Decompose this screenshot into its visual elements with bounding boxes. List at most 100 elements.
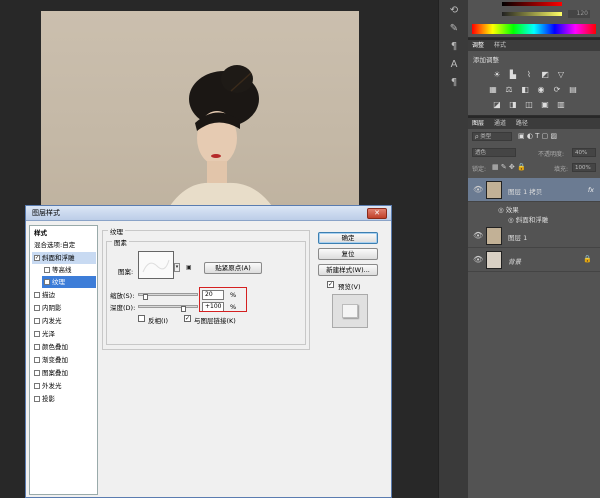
layers-tabbar: 图层 通道 路径 — [468, 118, 600, 129]
gradient-map-icon[interactable]: ▥ — [556, 100, 566, 109]
style-item-drop-shadow[interactable]: 投影 — [32, 393, 96, 405]
ok-button[interactable]: 确定 — [318, 232, 378, 244]
fx-icon[interactable]: fx — [588, 186, 594, 194]
bevel-effect-label[interactable]: ◎ 斜面和浮雕 — [508, 214, 548, 224]
blend-mode-select[interactable]: 透色 — [472, 148, 516, 157]
paragraph-style-icon[interactable]: ¶ — [447, 76, 461, 90]
color-ramp[interactable] — [472, 24, 596, 34]
checkbox-icon[interactable] — [34, 344, 40, 350]
style-item-bevel[interactable]: ✓ 斜面和浮雕 — [32, 252, 96, 264]
checkbox-icon[interactable] — [34, 370, 40, 376]
document-photo[interactable] — [41, 11, 359, 221]
adjustments-tabbar: 调整 样式 — [468, 40, 600, 51]
checkbox-icon[interactable]: ✓ — [44, 279, 50, 285]
paragraph-icon[interactable]: ¶ — [447, 40, 461, 54]
channel-mixer-icon[interactable]: ⟳ — [552, 85, 562, 94]
style-item-color-overlay[interactable]: 颜色叠加 — [32, 341, 96, 353]
layer-thumbnail — [486, 181, 502, 199]
snap-origin-button[interactable]: 贴紧原点(A) — [204, 262, 262, 274]
invert-checkbox[interactable] — [138, 315, 145, 322]
depth-label: 深度(D): — [110, 304, 136, 312]
layer-name: 图层 1 — [508, 234, 528, 242]
effects-eye-icon[interactable]: ◎ — [498, 206, 506, 214]
levels-icon[interactable]: ▙ — [508, 70, 518, 79]
tab-paths[interactable]: 路径 — [516, 120, 528, 127]
preview-checkbox[interactable]: ✓ — [327, 281, 334, 288]
curves-icon[interactable]: ⌇ — [524, 70, 534, 79]
elements-group-label: 图素 — [112, 237, 129, 247]
checkbox-icon[interactable] — [44, 267, 50, 273]
checkbox-icon[interactable] — [34, 318, 40, 324]
style-item-contour[interactable]: 等高线 — [42, 264, 96, 276]
layer-row-copy[interactable]: 👁 图层 1 拷贝 fx — [468, 178, 600, 202]
link-with-layer-checkbox[interactable]: ✓ — [184, 315, 191, 322]
exposure-icon[interactable]: ◩ — [540, 70, 550, 79]
visibility-eye-icon[interactable]: 👁 — [473, 185, 483, 194]
new-style-button[interactable]: 新建样式(W)... — [318, 264, 378, 276]
checkbox-icon[interactable] — [34, 305, 40, 311]
depth-slider[interactable] — [138, 305, 198, 308]
tab-channels[interactable]: 通道 — [494, 120, 506, 127]
checkbox-icon[interactable] — [34, 396, 40, 402]
adjustments-hint: 添加调整 — [473, 56, 499, 64]
layer-row-background[interactable]: 👁 背景 🔒 — [468, 248, 600, 272]
filter-icons[interactable]: ▣ ◐ T ▢ ▨ — [518, 132, 557, 140]
layer-filter-select[interactable]: ρ 类型 — [472, 132, 512, 141]
blend-options-item[interactable]: 混合选项:自定 — [32, 239, 96, 251]
new-preset-icon[interactable]: ▣ — [186, 264, 196, 272]
color-value[interactable]: 120 — [568, 10, 590, 18]
style-item-label: 光泽 — [42, 330, 55, 338]
checkbox-icon[interactable] — [34, 292, 40, 298]
checkbox-icon[interactable] — [34, 383, 40, 389]
posterize-icon[interactable]: ◨ — [508, 100, 518, 109]
checkbox-icon[interactable]: ✓ — [34, 255, 40, 261]
selective-color-icon[interactable]: ▣ — [540, 100, 550, 109]
color-balance-icon[interactable]: ⚖ — [504, 85, 514, 94]
visibility-eye-icon[interactable]: 👁 — [473, 255, 483, 264]
preview-label: 预览(V) — [338, 283, 361, 291]
style-item-inner-glow[interactable]: 内发光 — [32, 315, 96, 327]
color-slider-r[interactable] — [502, 2, 562, 6]
style-item-label: 图案叠加 — [42, 369, 68, 377]
style-item-texture[interactable]: ✓ 纹理 — [42, 276, 96, 288]
layer-row-layer1[interactable]: 👁 图层 1 — [468, 224, 600, 248]
style-item-outer-glow[interactable]: 外发光 — [32, 380, 96, 392]
reset-button[interactable]: 复位 — [318, 248, 378, 260]
style-item-satin[interactable]: 光泽 — [32, 328, 96, 340]
scale-slider-thumb[interactable] — [143, 294, 148, 300]
layer-name: 图层 1 拷贝 — [508, 188, 543, 196]
tab-adjustments[interactable]: 调整 — [472, 42, 484, 49]
opacity-field[interactable]: 40% — [572, 148, 596, 157]
text-icon[interactable]: A — [447, 58, 461, 72]
pattern-picker[interactable] — [138, 251, 174, 279]
lock-icons[interactable]: ▦ ✎ ✥ 🔒 — [492, 163, 526, 171]
layer-thumbnail — [486, 227, 502, 245]
tab-styles[interactable]: 样式 — [494, 42, 506, 49]
bevel-eye-icon[interactable]: ◎ — [508, 216, 516, 224]
chevron-down-icon[interactable]: ▾ — [174, 263, 180, 272]
style-item-gradient-overlay[interactable]: 渐变叠加 — [32, 354, 96, 366]
style-item-stroke[interactable]: 描边 — [32, 289, 96, 301]
style-item-inner-shadow[interactable]: 内阴影 — [32, 302, 96, 314]
color-lookup-icon[interactable]: ▤ — [568, 85, 578, 94]
history-icon[interactable]: ⟲ — [447, 4, 461, 18]
effects-label[interactable]: ◎ 效果 — [498, 204, 519, 214]
photo-filter-icon[interactable]: ◉ — [536, 85, 546, 94]
hue-saturation-icon[interactable]: ▦ — [488, 85, 498, 94]
checkbox-icon[interactable] — [34, 357, 40, 363]
vibrance-icon[interactable]: ▽ — [556, 70, 566, 79]
style-item-pattern-overlay[interactable]: 图案叠加 — [32, 367, 96, 379]
visibility-eye-icon[interactable]: 👁 — [473, 231, 483, 240]
black-white-icon[interactable]: ◧ — [520, 85, 530, 94]
invert-icon[interactable]: ◪ — [492, 100, 502, 109]
depth-slider-thumb[interactable] — [181, 306, 186, 312]
brightness-icon[interactable]: ☀ — [492, 70, 502, 79]
invert-label: 反相(I) — [148, 317, 168, 325]
color-slider-g[interactable] — [502, 12, 562, 16]
fill-field[interactable]: 100% — [572, 163, 596, 172]
checkbox-icon[interactable] — [34, 331, 40, 337]
tab-layers[interactable]: 图层 — [472, 120, 484, 127]
close-button[interactable]: ✕ — [367, 208, 387, 219]
threshold-icon[interactable]: ◫ — [524, 100, 534, 109]
brush-icon[interactable]: ✎ — [447, 22, 461, 36]
